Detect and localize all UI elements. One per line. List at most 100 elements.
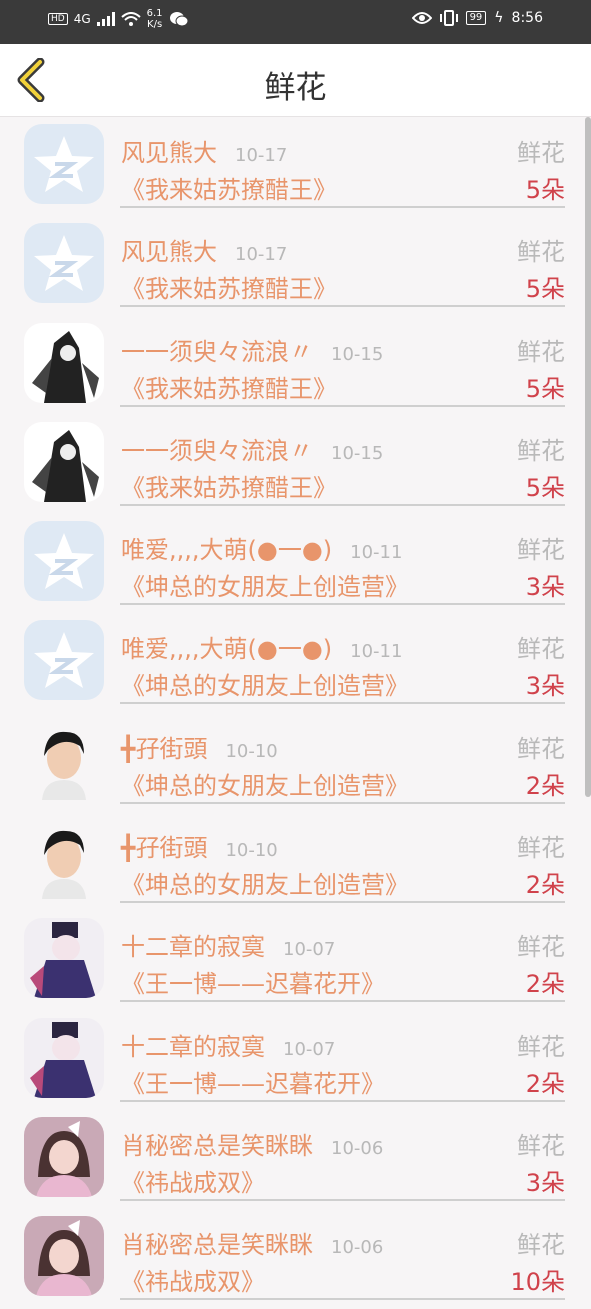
gift-type: 鲜花 (517, 536, 565, 565)
work-title: 《祎战成双》 (121, 1168, 265, 1197)
divider (120, 1099, 565, 1102)
avatar[interactable] (24, 1116, 104, 1197)
ink-portrait-avatar-icon (24, 421, 104, 502)
flower-count: 2朵 (525, 1069, 565, 1098)
avatar[interactable] (24, 124, 104, 204)
divider (120, 503, 565, 506)
title-bar: 鲜花 (0, 44, 591, 117)
avatar[interactable] (24, 322, 104, 403)
sender-name: 肖秘密总是笑眯眯 10-06 (121, 1126, 383, 1161)
anime-character-avatar-icon (24, 1017, 104, 1098)
gift-date: 10-17 (235, 244, 288, 266)
list-item[interactable]: 肖秘密总是笑眯眯 10-06 鲜花 《祎战成双》 10朵 (0, 1209, 591, 1308)
gift-type: 鲜花 (517, 1131, 565, 1160)
avatar[interactable] (24, 620, 104, 701)
status-bar: HD 4G 6.1 K/s 99 ϟ 8:56 (0, 0, 591, 44)
sender-name-text: ╋孖街頭 (121, 834, 208, 863)
work-title: 《王一博——迟暮花开》 (121, 970, 385, 999)
status-left: HD 4G 6.1 K/s (48, 8, 189, 30)
battery-level: 99 (465, 11, 487, 25)
list-item[interactable]: ╋孖街頭 10-10 鲜花 《坤总的女朋友上创造营》 2朵 (0, 812, 591, 911)
work-title: 《我来姑苏撩醋王》 (121, 374, 337, 403)
sender-name: 十二章的寂寞 10-07 (121, 1027, 335, 1062)
sender-name: 风见熊大 10-17 (121, 232, 287, 267)
list-item[interactable]: 十二章的寂寞 10-07 鲜花 《王一博——迟暮花开》 2朵 (0, 911, 591, 1010)
divider (120, 1000, 565, 1003)
avatar[interactable] (24, 918, 104, 999)
avatar[interactable] (24, 1017, 104, 1098)
divider (120, 1198, 565, 1201)
gift-type: 鲜花 (517, 1231, 565, 1260)
flower-count: 5朵 (525, 374, 565, 403)
gift-type: 鲜花 (517, 1032, 565, 1061)
work-title: 《坤总的女朋友上创造营》 (121, 771, 409, 800)
avatar[interactable] (24, 223, 104, 304)
list-item[interactable]: 十二章的寂寞 10-07 鲜花 《王一博——迟暮花开》 2朵 (0, 1011, 591, 1110)
list-item[interactable]: 风见熊大 10-17 鲜花 《我来姑苏撩醋王》 5朵 (0, 216, 591, 315)
gift-date: 10-11 (350, 542, 403, 564)
avatar[interactable] (24, 719, 104, 800)
wechat-icon (169, 12, 189, 27)
list-item[interactable]: 肖秘密总是笑眯眯 10-06 鲜花 《祎战成双》 3朵 (0, 1110, 591, 1209)
flower-count: 2朵 (525, 771, 565, 800)
divider (120, 603, 565, 606)
gift-date: 10-06 (331, 1237, 384, 1259)
flower-count: 3朵 (525, 573, 565, 602)
gift-type: 鲜花 (517, 139, 565, 167)
avatar[interactable] (24, 1216, 104, 1297)
list-item[interactable]: ╋孖街頭 10-10 鲜花 《坤总的女朋友上创造营》 2朵 (0, 713, 591, 812)
flower-count: 3朵 (525, 1168, 565, 1197)
sender-name: 一一须臾々流浪〃 10-15 (121, 332, 383, 367)
gift-date: 10-17 (235, 145, 288, 166)
avatar[interactable] (24, 819, 104, 900)
charging-icon: ϟ (494, 10, 504, 26)
divider (120, 404, 565, 407)
divider (120, 206, 565, 208)
list-item[interactable]: 一一须臾々流浪〃 10-15 鲜花 《我来姑苏撩醋王》 5朵 (0, 415, 591, 514)
anime-character-avatar-icon (24, 918, 104, 999)
sender-name-text: 一一须臾々流浪〃 (121, 337, 313, 366)
gift-type: 鲜花 (517, 933, 565, 962)
gift-date: 10-07 (283, 1038, 336, 1060)
list-item[interactable]: 唯爱,,,,大萌(●一●) 10-11 鲜花 《坤总的女朋友上创造营》 3朵 (0, 514, 591, 613)
avatar[interactable] (24, 521, 104, 602)
vibrate-icon (439, 10, 458, 26)
sender-name-text: 肖秘密总是笑眯眯 (121, 1231, 313, 1260)
list-item[interactable]: 一一须臾々流浪〃 10-15 鲜花 《我来姑苏撩醋王》 5朵 (0, 316, 591, 415)
flower-count: 3朵 (525, 672, 565, 701)
work-title: 《坤总的女朋友上创造营》 (121, 672, 409, 701)
flower-count: 5朵 (525, 275, 565, 304)
sender-name-text: 风见熊大 (121, 139, 217, 167)
flower-list: 风见熊大 10-17 鲜花 《我来姑苏撩醋王》 5朵 风见熊大 10-17 鲜花 《… (0, 117, 591, 1309)
list-item[interactable]: 风见熊大 10-17 鲜花 《我来姑苏撩醋王》 5朵 (0, 117, 591, 216)
work-title: 《坤总的女朋友上创造营》 (121, 573, 409, 602)
sender-name-text: 十二章的寂寞 (121, 1032, 265, 1061)
sender-name-text: 十二章的寂寞 (121, 933, 265, 962)
gift-date: 10-06 (331, 1137, 384, 1159)
speed-unit: K/s (147, 19, 163, 30)
sender-name: ╋孖街頭 10-10 (121, 828, 278, 863)
avatar[interactable] (24, 421, 104, 502)
flower-count: 2朵 (525, 970, 565, 999)
sender-name: 肖秘密总是笑眯眯 10-06 (121, 1225, 383, 1260)
girl-photo-avatar-icon (24, 1116, 104, 1197)
scrollbar[interactable] (585, 117, 591, 797)
boy-portrait-avatar-icon (24, 819, 104, 900)
gift-type: 鲜花 (517, 238, 565, 267)
sender-name: 唯爱,,,,大萌(●一●) 10-11 (121, 629, 402, 664)
gift-type: 鲜花 (517, 734, 565, 763)
gift-date: 10-15 (331, 343, 384, 365)
sender-name-text: 唯爱,,,,大萌(●一●) (121, 635, 333, 664)
gift-date: 10-10 (225, 840, 278, 862)
qq-star-avatar-icon (24, 521, 104, 602)
gift-date: 10-10 (225, 740, 278, 762)
gift-type: 鲜花 (517, 834, 565, 863)
sender-name: 风见熊大 10-17 (121, 133, 287, 168)
list-item[interactable]: 唯爱,,,,大萌(●一●) 10-11 鲜花 《坤总的女朋友上创造营》 3朵 (0, 613, 591, 712)
sender-name-text: ╋孖街頭 (121, 734, 208, 763)
work-title: 《王一博——迟暮花开》 (121, 1069, 385, 1098)
qq-star-avatar-icon (24, 124, 104, 204)
sender-name: ╋孖街頭 10-10 (121, 729, 278, 764)
signal-icon (96, 12, 115, 26)
eye-icon (411, 12, 432, 24)
